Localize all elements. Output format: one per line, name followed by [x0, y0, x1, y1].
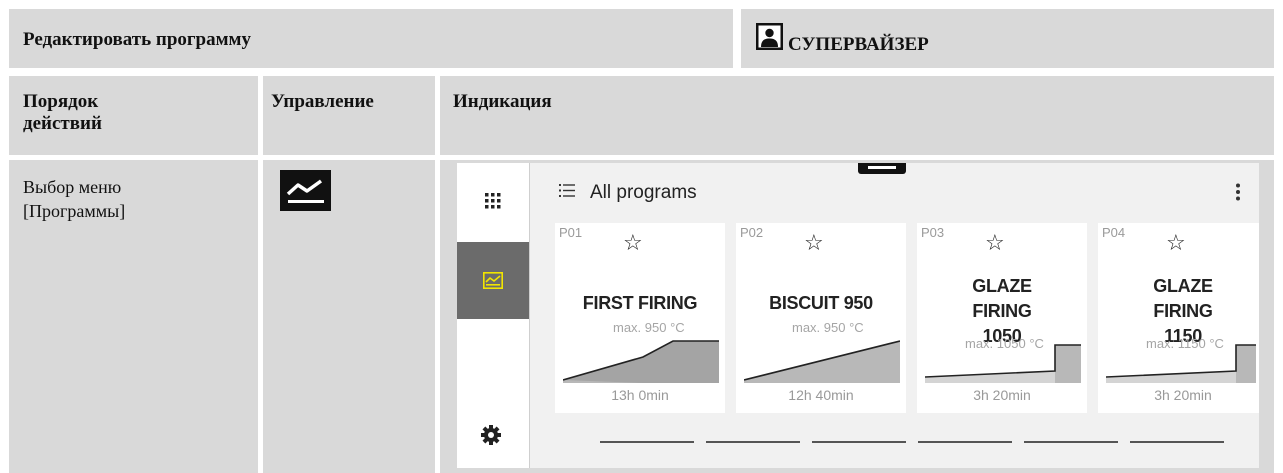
col-header-control: Управление: [263, 76, 435, 155]
program-duration: 12h 40min: [788, 387, 854, 403]
device-screen: All programs P01 ☆ FIRST FIRING max. 950…: [457, 163, 1259, 468]
header-title-cell: Редактировать программу: [9, 9, 733, 68]
side-rail: [457, 163, 530, 468]
program-max-temp: max. 950 °C: [792, 320, 864, 335]
program-number: P04: [1102, 225, 1126, 240]
settings-gear-icon: [481, 425, 501, 445]
col-header-display: Индикация: [440, 76, 1274, 155]
page-indicator[interactable]: [1024, 441, 1118, 443]
user-icon: [756, 23, 783, 50]
control-cell: [263, 160, 435, 473]
program-max-temp: max. 950 °C: [613, 320, 685, 335]
program-duration: 3h 20min: [973, 387, 1031, 403]
page-indicator[interactable]: [918, 441, 1012, 443]
favorite-star-icon[interactable]: ☆: [804, 231, 824, 256]
program-card[interactable]: P01 ☆ FIRST FIRING max. 950 °C 13h 0min: [555, 223, 725, 413]
role-label: СУПЕРВАЙЗЕР: [788, 34, 929, 55]
program-card[interactable]: P02 ☆ BISCUIT 950 max. 950 °C 12h 40min: [736, 223, 906, 413]
chart-line-icon: [280, 170, 331, 211]
page-indicator[interactable]: [812, 441, 906, 443]
program-number: P01: [559, 225, 583, 240]
list-icon: [559, 184, 575, 197]
pull-tab[interactable]: [858, 163, 906, 174]
firing-curve: [1106, 344, 1256, 383]
program-number: P02: [740, 225, 764, 240]
rail-item-programs[interactable]: [457, 242, 529, 319]
program-name: BISCUIT 950: [769, 293, 873, 313]
rail-item-settings[interactable]: [457, 403, 529, 468]
step-cell: Выбор меню [Программы]: [9, 160, 258, 473]
program-name: FIRST FIRING: [582, 293, 698, 313]
page-indicator[interactable]: [706, 441, 800, 443]
firing-curve: [563, 340, 719, 383]
page-indicator[interactable]: [600, 441, 694, 443]
header-role-cell: СУПЕРВАЙЗЕР: [741, 9, 1274, 68]
col-control-label: Управление: [271, 91, 374, 112]
firing-curve: [744, 340, 900, 383]
firing-curve: [925, 344, 1081, 383]
page-indicator[interactable]: [1130, 441, 1224, 443]
program-duration: 3h 20min: [1154, 387, 1212, 403]
step-text: Выбор меню [Программы]: [23, 177, 126, 221]
col-steps-label: Порядок действий: [23, 91, 102, 134]
program-number: P03: [921, 225, 945, 240]
page-title: Редактировать программу: [23, 29, 251, 50]
favorite-star-icon[interactable]: ☆: [985, 231, 1005, 256]
apps-grid-icon: [485, 193, 501, 209]
col-header-steps: Порядок действий: [9, 76, 258, 155]
program-duration: 13h 0min: [611, 387, 669, 403]
program-card[interactable]: P04 ☆ GLAZE FIRING 1150 max. 1150 °C 3h …: [1098, 223, 1259, 413]
programs-chart-icon: [483, 272, 503, 289]
screen-title: All programs: [590, 182, 697, 203]
col-display-label: Индикация: [453, 91, 552, 112]
rail-item-apps[interactable]: [457, 163, 529, 238]
favorite-star-icon[interactable]: ☆: [1166, 231, 1186, 256]
program-card[interactable]: P03 ☆ GLAZE FIRING 1050 max. 1050 °C 3h …: [917, 223, 1087, 413]
favorite-star-icon[interactable]: ☆: [623, 231, 643, 256]
more-vertical-icon[interactable]: [1235, 183, 1241, 201]
